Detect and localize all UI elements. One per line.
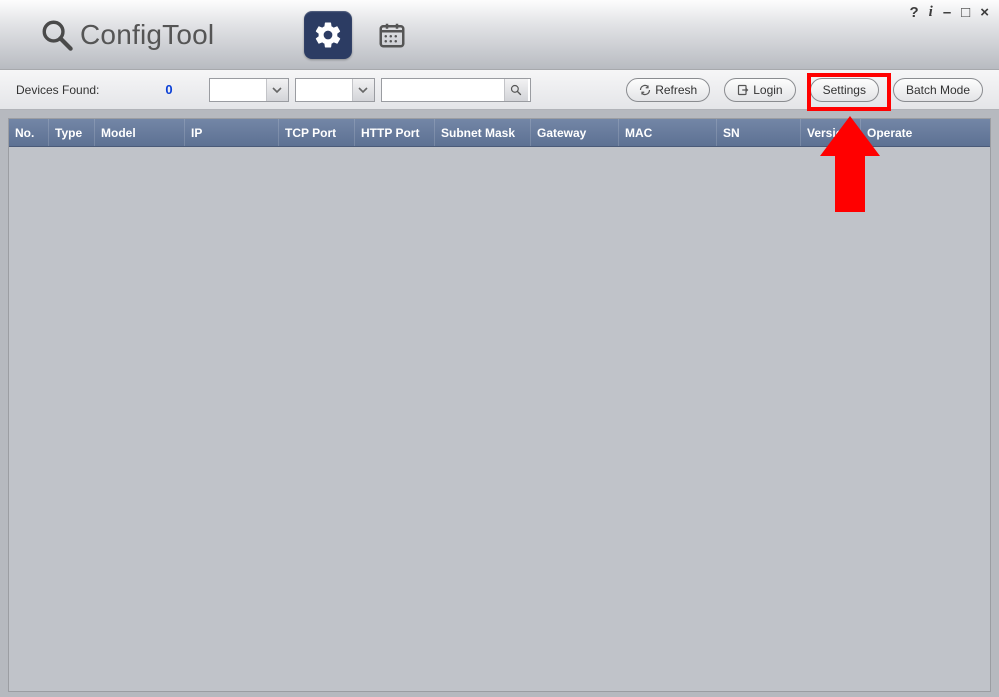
close-button[interactable]: × [980, 4, 989, 21]
search-icon [510, 84, 522, 96]
filter-select-2[interactable] [295, 78, 375, 102]
batch-mode-label: Batch Mode [906, 83, 970, 97]
filter-select-1[interactable] [209, 78, 289, 102]
search-box [381, 78, 531, 102]
settings-tool-button[interactable] [304, 11, 352, 59]
action-bar: Devices Found: 0 [0, 70, 999, 110]
magnifier-icon [40, 18, 74, 52]
minimize-button[interactable]: – [943, 4, 951, 21]
column-header-sn[interactable]: SN [717, 119, 801, 146]
calendar-icon [377, 20, 407, 50]
column-header-http-port[interactable]: HTTP Port [355, 119, 435, 146]
column-header-no[interactable]: No. [9, 119, 49, 146]
column-header-version[interactable]: Version [801, 119, 861, 146]
column-header-type[interactable]: Type [49, 119, 95, 146]
help-button[interactable]: ? [909, 4, 918, 21]
chevron-down-icon [266, 79, 288, 101]
table-body [9, 147, 990, 691]
login-icon [737, 84, 749, 96]
column-header-operate[interactable]: Operate [861, 119, 990, 146]
chevron-down-icon [352, 79, 374, 101]
refresh-label: Refresh [655, 83, 697, 97]
settings-button[interactable]: Settings [810, 78, 879, 102]
search-input[interactable] [382, 80, 504, 100]
batch-mode-button[interactable]: Batch Mode [893, 78, 983, 102]
devices-found-label: Devices Found: [16, 83, 99, 97]
maximize-button[interactable]: □ [961, 4, 970, 21]
settings-label: Settings [823, 83, 866, 97]
column-header-gateway[interactable]: Gateway [531, 119, 619, 146]
refresh-icon [639, 84, 651, 96]
devices-found-count: 0 [165, 82, 172, 97]
calendar-tool-button[interactable] [368, 11, 416, 59]
column-header-ip[interactable]: IP [185, 119, 279, 146]
refresh-button[interactable]: Refresh [626, 78, 710, 102]
app-title: ConfigTool [40, 18, 214, 52]
search-button[interactable] [504, 79, 528, 101]
column-header-mac[interactable]: MAC [619, 119, 717, 146]
login-label: Login [753, 83, 782, 97]
column-header-tcp-port[interactable]: TCP Port [279, 119, 355, 146]
title-bar: ConfigTool [0, 0, 999, 70]
table-header-row: No. Type Model IP TCP Port HTTP Port Sub… [9, 119, 990, 147]
gear-icon [313, 20, 343, 50]
device-table: No. Type Model IP TCP Port HTTP Port Sub… [8, 118, 991, 692]
window-controls: ? i – □ × [909, 4, 989, 21]
info-button[interactable]: i [929, 4, 933, 21]
column-header-subnet-mask[interactable]: Subnet Mask [435, 119, 531, 146]
toolbar [304, 11, 416, 59]
column-header-model[interactable]: Model [95, 119, 185, 146]
app-title-text: ConfigTool [80, 19, 214, 51]
login-button[interactable]: Login [724, 78, 795, 102]
